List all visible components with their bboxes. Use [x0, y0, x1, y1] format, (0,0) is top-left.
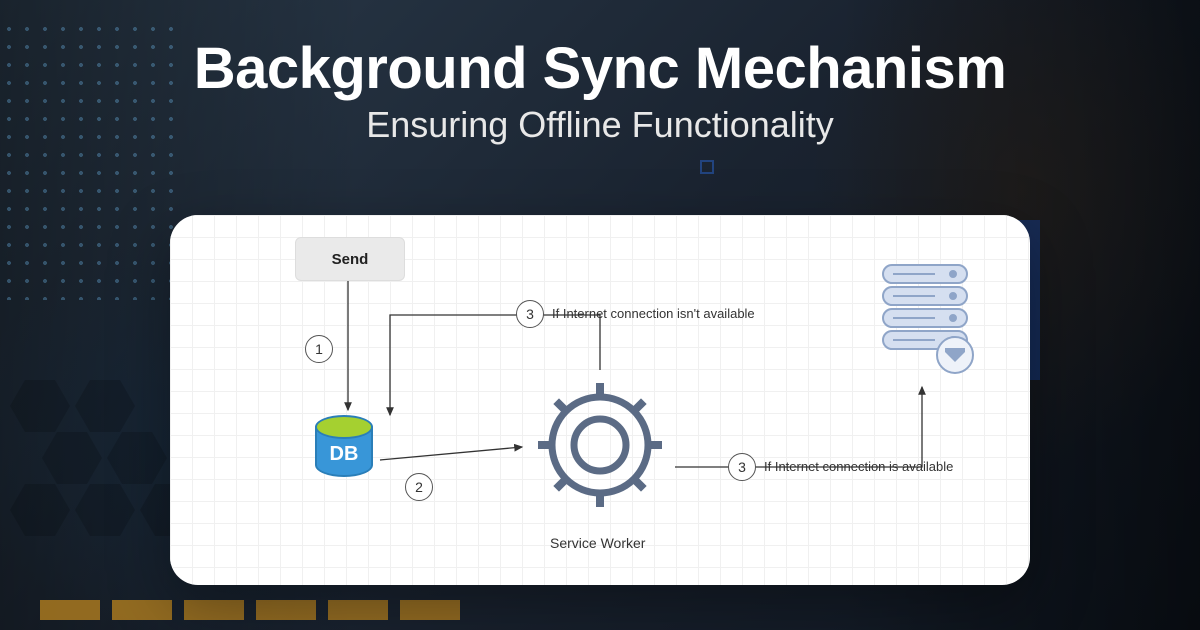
step-3-top-badge: 3 [516, 300, 544, 328]
page-subtitle: Ensuring Offline Functionality [0, 104, 1200, 146]
no-internet-label: If Internet connection isn't available [552, 306, 755, 321]
has-internet-label: If Internet connection is available [764, 459, 953, 474]
gear-icon [530, 375, 670, 515]
step-2-badge: 2 [405, 473, 433, 501]
step-3-bottom-badge: 3 [728, 453, 756, 481]
page-title: Background Sync Mechanism [0, 35, 1200, 102]
server-icon [875, 260, 975, 380]
decorative-bars [40, 600, 460, 620]
send-button[interactable]: Send [295, 237, 405, 281]
step-1-badge: 1 [305, 335, 333, 363]
database-label: DB [315, 443, 373, 466]
service-worker-label: Service Worker [550, 535, 645, 551]
database-icon: DB [315, 415, 375, 485]
send-button-label: Send [332, 251, 369, 268]
diagram-card: Send DB [170, 215, 1030, 585]
diagram-container: Send DB [170, 215, 1030, 585]
header: Background Sync Mechanism Ensuring Offli… [0, 0, 1200, 146]
